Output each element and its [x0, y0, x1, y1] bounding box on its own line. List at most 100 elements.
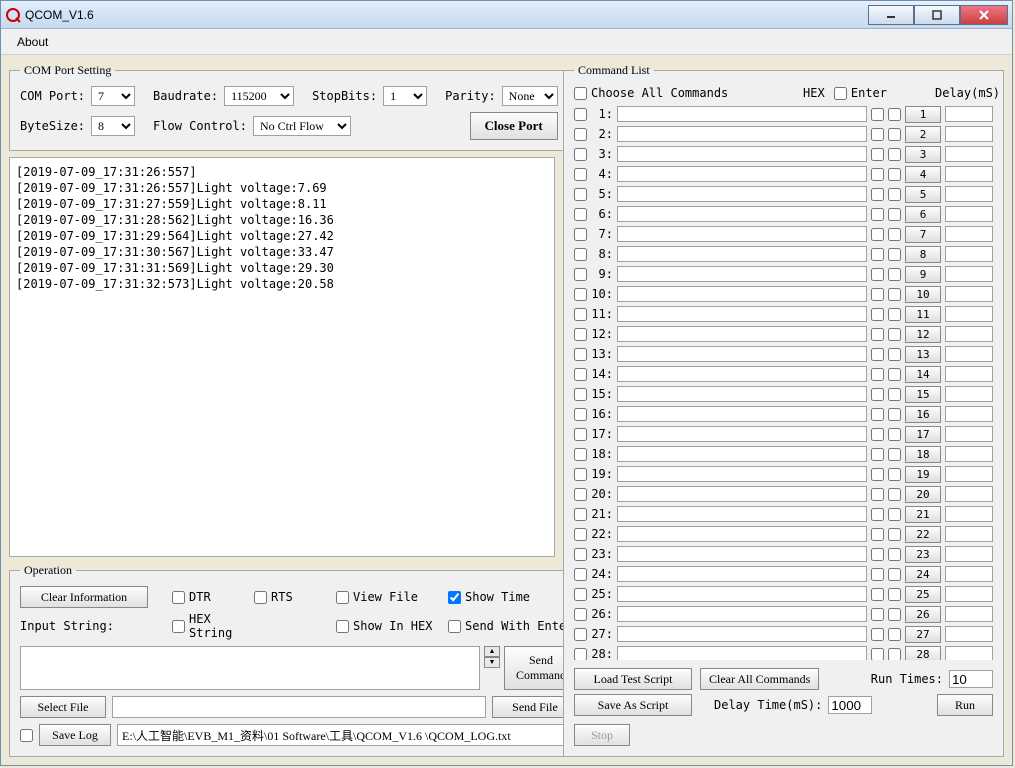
cmd-send-button[interactable]: 4 — [905, 166, 941, 183]
cmd-enable-checkbox[interactable] — [574, 328, 587, 341]
cmd-send-button[interactable]: 26 — [905, 606, 941, 623]
cmd-text-input[interactable] — [617, 426, 867, 442]
cmd-text-input[interactable] — [617, 366, 867, 382]
cmd-enter-checkbox[interactable] — [888, 108, 901, 121]
cmd-enter-checkbox[interactable] — [888, 508, 901, 521]
minimize-button[interactable] — [868, 5, 914, 25]
cmd-enable-checkbox[interactable] — [574, 368, 587, 381]
cmd-delay-input[interactable] — [945, 566, 993, 582]
save-as-script-button[interactable]: Save As Script — [574, 694, 692, 716]
cmd-enter-checkbox[interactable] — [888, 468, 901, 481]
input-spin[interactable]: ▲ ▼ — [484, 646, 500, 690]
cmd-text-input[interactable] — [617, 146, 867, 162]
cmd-enable-checkbox[interactable] — [574, 608, 587, 621]
cmd-send-button[interactable]: 16 — [905, 406, 941, 423]
stopbits-select[interactable]: 1 — [383, 86, 427, 106]
cmd-send-button[interactable]: 14 — [905, 366, 941, 383]
cmd-enable-checkbox[interactable] — [574, 108, 587, 121]
cmd-delay-input[interactable] — [945, 586, 993, 602]
cmd-delay-input[interactable] — [945, 406, 993, 422]
cmd-send-button[interactable]: 20 — [905, 486, 941, 503]
cmd-enable-checkbox[interactable] — [574, 228, 587, 241]
cmd-enable-checkbox[interactable] — [574, 428, 587, 441]
cmd-text-input[interactable] — [617, 286, 867, 302]
cmd-enter-checkbox[interactable] — [888, 528, 901, 541]
cmd-hex-checkbox[interactable] — [871, 108, 884, 121]
cmd-send-button[interactable]: 9 — [905, 266, 941, 283]
cmd-enable-checkbox[interactable] — [574, 528, 587, 541]
cmd-enter-checkbox[interactable] — [888, 428, 901, 441]
cmd-delay-input[interactable] — [945, 186, 993, 202]
cmd-enter-checkbox[interactable] — [888, 328, 901, 341]
cmd-enter-checkbox[interactable] — [888, 228, 901, 241]
cmd-hex-checkbox[interactable] — [871, 408, 884, 421]
cmd-text-input[interactable] — [617, 406, 867, 422]
delay-time-input[interactable] — [828, 696, 872, 714]
cmd-text-input[interactable] — [617, 626, 867, 642]
cmd-hex-checkbox[interactable] — [871, 548, 884, 561]
cmd-send-button[interactable]: 8 — [905, 246, 941, 263]
cmd-delay-input[interactable] — [945, 246, 993, 262]
cmd-text-input[interactable] — [617, 466, 867, 482]
cmd-hex-checkbox[interactable] — [871, 528, 884, 541]
input-string-textarea[interactable] — [20, 646, 480, 690]
cmd-enable-checkbox[interactable] — [574, 508, 587, 521]
cmd-send-button[interactable]: 15 — [905, 386, 941, 403]
cmd-delay-input[interactable] — [945, 286, 993, 302]
cmd-enter-checkbox[interactable] — [888, 288, 901, 301]
cmd-hex-checkbox[interactable] — [871, 308, 884, 321]
cmd-send-button[interactable]: 25 — [905, 586, 941, 603]
cmd-delay-input[interactable] — [945, 486, 993, 502]
cmd-enable-checkbox[interactable] — [574, 588, 587, 601]
cmd-enter-checkbox[interactable] — [888, 388, 901, 401]
cmd-hex-checkbox[interactable] — [871, 208, 884, 221]
cmd-enable-checkbox[interactable] — [574, 488, 587, 501]
cmd-enable-checkbox[interactable] — [574, 148, 587, 161]
cmd-send-button[interactable]: 3 — [905, 146, 941, 163]
cmd-delay-input[interactable] — [945, 626, 993, 642]
cmd-send-button[interactable]: 17 — [905, 426, 941, 443]
view-file-checkbox[interactable]: View File — [336, 590, 436, 604]
cmd-hex-checkbox[interactable] — [871, 428, 884, 441]
send-with-enter-checkbox[interactable]: Send With Enter — [448, 619, 578, 633]
cmd-delay-input[interactable] — [945, 106, 993, 122]
cmd-delay-input[interactable] — [945, 526, 993, 542]
cmd-hex-checkbox[interactable] — [871, 628, 884, 641]
cmd-enable-checkbox[interactable] — [574, 408, 587, 421]
cmd-hex-checkbox[interactable] — [871, 268, 884, 281]
cmd-send-button[interactable]: 12 — [905, 326, 941, 343]
cmd-delay-input[interactable] — [945, 646, 993, 660]
titlebar[interactable]: QCOM_V1.6 — [1, 1, 1012, 29]
cmd-delay-input[interactable] — [945, 466, 993, 482]
cmd-enter-checkbox[interactable] — [888, 548, 901, 561]
cmd-send-button[interactable]: 27 — [905, 626, 941, 643]
cmd-hex-checkbox[interactable] — [871, 468, 884, 481]
cmd-enter-checkbox[interactable] — [888, 168, 901, 181]
cmd-enter-checkbox[interactable] — [888, 488, 901, 501]
close-port-button[interactable]: Close Port — [470, 112, 558, 140]
cmd-send-button[interactable]: 6 — [905, 206, 941, 223]
enter-header-checkbox[interactable]: Enter — [834, 86, 887, 100]
cmd-send-button[interactable]: 5 — [905, 186, 941, 203]
cmd-enter-checkbox[interactable] — [888, 248, 901, 261]
cmd-text-input[interactable] — [617, 246, 867, 262]
cmd-send-button[interactable]: 23 — [905, 546, 941, 563]
cmd-delay-input[interactable] — [945, 366, 993, 382]
cmd-hex-checkbox[interactable] — [871, 608, 884, 621]
cmd-text-input[interactable] — [617, 106, 867, 122]
cmd-delay-input[interactable] — [945, 546, 993, 562]
cmd-send-button[interactable]: 10 — [905, 286, 941, 303]
cmd-enable-checkbox[interactable] — [574, 568, 587, 581]
cmd-delay-input[interactable] — [945, 126, 993, 142]
cmd-enable-checkbox[interactable] — [574, 128, 587, 141]
cmd-delay-input[interactable] — [945, 306, 993, 322]
cmd-enable-checkbox[interactable] — [574, 548, 587, 561]
cmd-hex-checkbox[interactable] — [871, 388, 884, 401]
cmd-hex-checkbox[interactable] — [871, 188, 884, 201]
cmd-enter-checkbox[interactable] — [888, 588, 901, 601]
cmd-hex-checkbox[interactable] — [871, 348, 884, 361]
bytesize-select[interactable]: 8 — [91, 116, 135, 136]
cmd-enter-checkbox[interactable] — [888, 448, 901, 461]
cmd-enter-checkbox[interactable] — [888, 368, 901, 381]
cmd-enter-checkbox[interactable] — [888, 408, 901, 421]
